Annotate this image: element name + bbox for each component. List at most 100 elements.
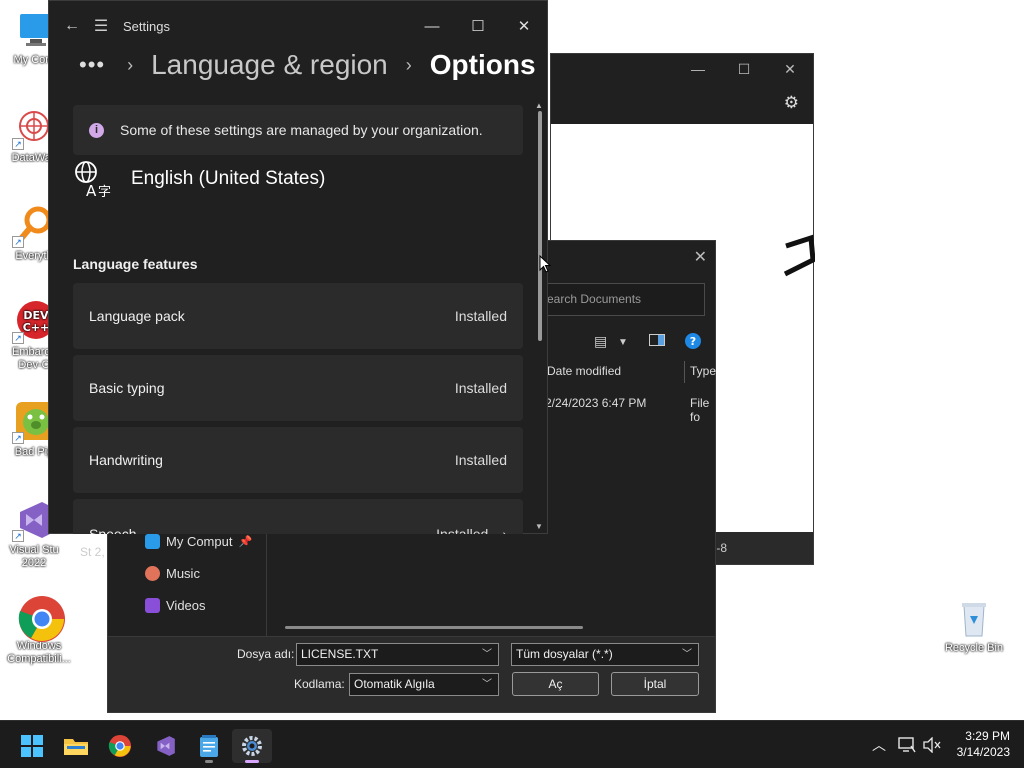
taskbar: ︿ 3:29 PM 3/14/2023 (0, 720, 1024, 768)
gear-icon[interactable]: ⚙ (784, 93, 799, 113)
close-icon[interactable]: ✕ (694, 247, 707, 267)
language-glyph-icon: A字 (73, 159, 113, 200)
vertical-scrollbar[interactable]: ▲ ▼ (535, 101, 545, 531)
scroll-up-icon[interactable]: ▲ (535, 101, 543, 110)
info-icon: i (89, 122, 104, 138)
scrollbar-thumb[interactable] (538, 111, 542, 341)
close-icon[interactable]: ✕ (767, 61, 813, 78)
chevron-right-icon: › (127, 54, 134, 75)
cancel-button[interactable]: İptal (611, 672, 699, 696)
taskbar-file-explorer[interactable] (56, 729, 96, 763)
volume-muted-icon[interactable] (923, 721, 941, 768)
open-button[interactable]: Aç (512, 672, 599, 696)
desktop-icon-label: Recycle Bin (944, 642, 1004, 654)
settings-icon (242, 736, 262, 756)
nav-item-label: My Comput (166, 534, 233, 549)
chevron-down-icon[interactable]: ▼ (618, 337, 628, 348)
minimize-icon[interactable]: — (409, 18, 455, 35)
video-icon (145, 598, 160, 613)
network-icon[interactable] (898, 721, 916, 768)
feature-name: Speech (89, 526, 137, 534)
breadcrumb: ••• › Language & region › Options (79, 49, 536, 81)
settings-titlebar[interactable]: ← ☰ Settings — ☐ ✕ (49, 1, 547, 51)
desktop-icon-recycle-bin[interactable]: Recycle Bin (934, 596, 1014, 655)
feature-row-handwriting[interactable]: Handwriting Installed (73, 427, 523, 493)
column-header-date-modified[interactable]: Date modified (547, 362, 621, 386)
svg-text:字: 字 (98, 185, 111, 199)
system-clock[interactable]: 3:29 PM 3/14/2023 (957, 728, 1010, 760)
desktop-icon-label: Visual Stu 2022 (9, 544, 59, 569)
shortcut-arrow-icon: ↗ (12, 530, 24, 542)
status-encoding: -8 (716, 541, 727, 555)
settings-window[interactable]: ← ☰ Settings — ☐ ✕ ••• › Language & regi… (48, 0, 548, 534)
view-options-icon[interactable]: ▤ (594, 333, 607, 350)
file-explorer-icon (64, 739, 88, 755)
file-type-cell[interactable]: File fo (690, 396, 715, 424)
start-icon (21, 735, 43, 757)
horizontal-scrollbar[interactable] (285, 626, 583, 629)
notepad-icon (200, 735, 218, 757)
svg-text:C++: C++ (23, 321, 50, 334)
music-icon (145, 566, 160, 581)
breadcrumb-more-icon[interactable]: ••• (79, 52, 105, 78)
maximize-icon[interactable]: ☐ (455, 17, 501, 35)
language-name: English (United States) (131, 168, 326, 189)
taskbar-settings[interactable] (232, 729, 272, 763)
feature-row-speech[interactable]: Speech Installed › (73, 499, 523, 534)
close-icon[interactable]: ✕ (501, 17, 547, 35)
start-button[interactable] (12, 729, 52, 763)
nav-item-label: Music (166, 566, 200, 581)
chevron-up-icon[interactable]: ︿ (872, 735, 886, 755)
filename-value: LICENSE.TXT (301, 647, 379, 661)
file-date-cell[interactable]: 2/24/2023 6:47 PM (545, 396, 646, 410)
feature-row-language-pack[interactable]: Language pack Installed (73, 283, 523, 349)
preview-pane-icon[interactable] (649, 333, 665, 349)
nav-item-music[interactable]: Music (145, 566, 200, 581)
shortcut-arrow-icon: ↗ (12, 138, 24, 150)
notepad-titlebar[interactable]: — ☐ ✕ (551, 54, 813, 84)
help-icon[interactable]: ? (685, 333, 701, 352)
svg-text:A: A (86, 182, 97, 199)
minimize-icon[interactable]: — (675, 61, 721, 77)
show-hidden-icons-button[interactable]: ︿ (872, 721, 886, 768)
section-title: Language features (73, 256, 198, 272)
pin-icon: 📌 (238, 536, 253, 548)
search-input[interactable]: earch Documents (542, 283, 705, 316)
column-header-type[interactable]: Type (690, 362, 716, 386)
breadcrumb-parent[interactable]: Language & region (151, 49, 388, 81)
chevron-right-icon[interactable]: › (502, 526, 507, 534)
managed-by-org-infobar: i Some of these settings are managed by … (73, 105, 523, 155)
chevron-down-icon[interactable]: ﹀ (482, 674, 492, 695)
encoding-select[interactable]: Otomatik Algıla ﹀ (349, 673, 499, 696)
scroll-down-icon[interactable]: ▼ (535, 522, 543, 531)
chrome-icon (108, 734, 132, 758)
feature-name: Basic typing (89, 380, 165, 396)
notepad-menubar: ⚙ (551, 84, 813, 122)
recycle-bin-icon (952, 596, 996, 640)
feature-row-basic-typing[interactable]: Basic typing Installed (73, 355, 523, 421)
chevron-down-icon[interactable]: ﹀ (482, 644, 492, 665)
filetype-select[interactable]: Tüm dosyalar (*.*) ﹀ (511, 643, 699, 666)
chevron-down-icon[interactable]: ﹀ (682, 644, 692, 665)
svg-text:?: ? (690, 335, 696, 348)
taskbar-chrome[interactable] (100, 729, 140, 763)
nav-item-label: Videos (166, 598, 206, 613)
filename-combobox[interactable]: LICENSE.TXT ﹀ (296, 643, 499, 666)
feature-name: Language pack (89, 308, 185, 324)
taskbar-notepad[interactable] (189, 729, 229, 763)
dialog-bottom-panel: Dosya adı: LICENSE.TXT ﹀ Tüm dosyalar (*… (108, 636, 715, 712)
feature-status: Installed (454, 308, 507, 324)
shortcut-arrow-icon: ↗ (12, 236, 24, 248)
desktop-icon-chrome[interactable]: Windows Compatibili... (0, 594, 79, 666)
chrome-icon (17, 594, 65, 642)
taskbar-visual-studio[interactable] (145, 729, 185, 763)
mouse-cursor-icon (539, 254, 552, 278)
feature-status: Installed (454, 380, 507, 396)
maximize-icon[interactable]: ☐ (721, 61, 767, 78)
nav-item-my-computer[interactable]: My Comput 📌 (145, 534, 252, 549)
page-title: Options (429, 49, 536, 80)
info-message: Some of these settings are managed by yo… (120, 122, 483, 138)
column-separator[interactable] (684, 361, 685, 383)
nav-item-videos[interactable]: Videos (145, 598, 206, 613)
hamburger-menu-icon[interactable]: ☰ (83, 16, 119, 36)
